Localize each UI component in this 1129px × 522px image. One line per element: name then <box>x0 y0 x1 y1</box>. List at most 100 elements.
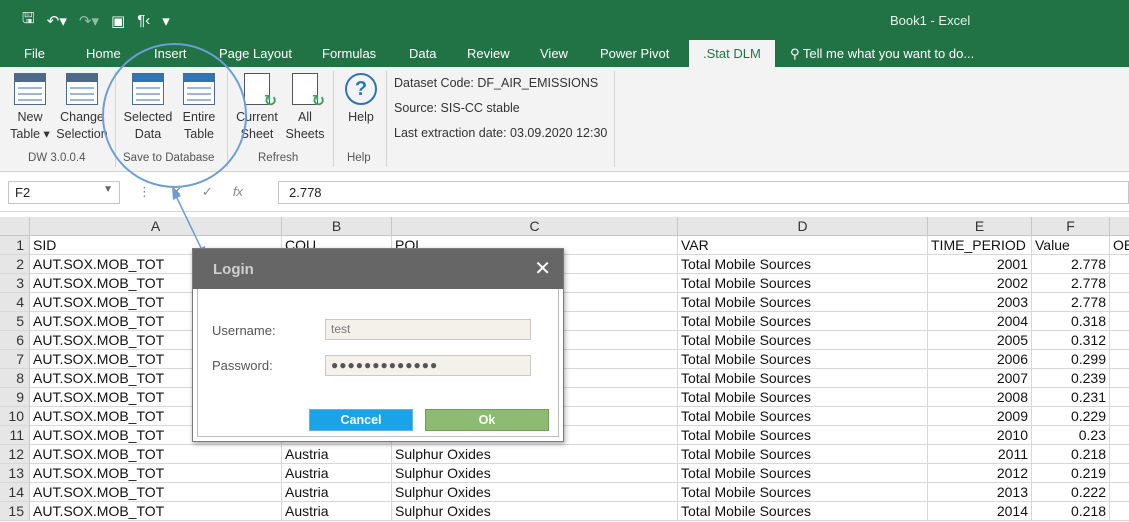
column-header-a[interactable]: A <box>30 217 282 236</box>
cell-time-period[interactable]: 2009 <box>928 407 1032 426</box>
cell-variable[interactable]: Total Mobile Sources <box>678 407 928 426</box>
cell-ob[interactable] <box>1110 293 1129 312</box>
cell-ob[interactable] <box>1110 426 1129 445</box>
function-icon[interactable]: fx <box>233 184 243 200</box>
cell-ob[interactable] <box>1110 331 1129 350</box>
cell-time-period[interactable]: 2011 <box>928 445 1032 464</box>
cell-ob[interactable] <box>1110 445 1129 464</box>
selected-data-button[interactable]: Selected Data <box>121 73 175 143</box>
cell-variable[interactable]: Total Mobile Sources <box>678 312 928 331</box>
cell-value[interactable]: 0.231 <box>1032 388 1110 407</box>
cell-value[interactable]: 0.23 <box>1032 426 1110 445</box>
cell-ob[interactable] <box>1110 464 1129 483</box>
formula-input[interactable]: 2.778 <box>278 181 1129 204</box>
name-box[interactable]: F2 ▼ <box>8 181 120 204</box>
cell-variable[interactable]: Total Mobile Sources <box>678 483 928 502</box>
column-header-f[interactable]: F <box>1032 217 1110 236</box>
cell-pollutant[interactable]: Sulphur Oxides <box>392 445 678 464</box>
undo-icon[interactable]: ↶▾ <box>47 12 67 30</box>
cell-ob[interactable] <box>1110 350 1129 369</box>
row-number[interactable]: 2 <box>0 255 30 274</box>
tab-insert[interactable]: Insert <box>154 46 187 61</box>
tell-me-search[interactable]: ⚲ Tell me what you want to do... <box>790 46 974 62</box>
cell-variable[interactable]: Total Mobile Sources <box>678 388 928 407</box>
cell-value-header[interactable]: Value <box>1032 236 1110 255</box>
column-header-c[interactable]: C <box>392 217 678 236</box>
cell-variable[interactable]: Total Mobile Sources <box>678 445 928 464</box>
all-sheets-button[interactable]: All Sheets <box>284 73 326 143</box>
tab-view[interactable]: View <box>540 46 568 61</box>
cell-country[interactable]: Austria <box>282 483 392 502</box>
cancel-button[interactable]: Cancel <box>309 409 413 431</box>
cell-variable[interactable]: Total Mobile Sources <box>678 331 928 350</box>
cell-value[interactable]: 2.778 <box>1032 274 1110 293</box>
check-icon[interactable]: ✓ <box>202 184 213 200</box>
cell-value[interactable]: 0.318 <box>1032 312 1110 331</box>
tab-home[interactable]: Home <box>86 46 121 61</box>
cell-time-period[interactable]: 2008 <box>928 388 1032 407</box>
column-header-e[interactable]: E <box>928 217 1032 236</box>
row-number[interactable]: 15 <box>0 502 30 521</box>
cell-sid[interactable]: AUT.SOX.MOB_TOT <box>30 483 282 502</box>
row-number[interactable]: 1 <box>0 236 30 255</box>
cell-sid[interactable]: AUT.SOX.MOB_TOT <box>30 445 282 464</box>
row-number[interactable]: 10 <box>0 407 30 426</box>
row-number[interactable]: 3 <box>0 274 30 293</box>
cell-ob[interactable] <box>1110 312 1129 331</box>
cell-ob-header[interactable]: OB <box>1110 236 1129 255</box>
cell-variable[interactable]: Total Mobile Sources <box>678 255 928 274</box>
row-number[interactable]: 4 <box>0 293 30 312</box>
cell-value[interactable]: 0.299 <box>1032 350 1110 369</box>
cell-variable[interactable]: Total Mobile Sources <box>678 274 928 293</box>
cell-time-period[interactable]: 2014 <box>928 502 1032 521</box>
cell-pollutant[interactable]: Sulphur Oxides <box>392 464 678 483</box>
row-number[interactable]: 12 <box>0 445 30 464</box>
tab-power-pivot[interactable]: Power Pivot <box>600 46 669 61</box>
cell-country[interactable]: Austria <box>282 464 392 483</box>
view-icon[interactable]: ▣ <box>111 12 125 30</box>
cell-ob[interactable] <box>1110 369 1129 388</box>
cell-value[interactable]: 0.312 <box>1032 331 1110 350</box>
cell-value[interactable]: 0.218 <box>1032 502 1110 521</box>
cell-ob[interactable] <box>1110 255 1129 274</box>
cell-sid[interactable]: AUT.SOX.MOB_TOT <box>30 502 282 521</box>
row-number[interactable]: 14 <box>0 483 30 502</box>
cell-variable[interactable]: Total Mobile Sources <box>678 502 928 521</box>
tab-review[interactable]: Review <box>467 46 510 61</box>
row-number[interactable]: 5 <box>0 312 30 331</box>
cell-variable[interactable]: Total Mobile Sources <box>678 426 928 445</box>
paragraph-icon[interactable]: ¶‹ <box>137 12 150 29</box>
row-number[interactable]: 13 <box>0 464 30 483</box>
new-table-button[interactable]: New Table ▾ <box>8 73 52 143</box>
cell-value[interactable]: 2.778 <box>1032 255 1110 274</box>
cell-time-period[interactable]: 2012 <box>928 464 1032 483</box>
cell-time-period[interactable]: 2002 <box>928 274 1032 293</box>
cell-variable[interactable]: Total Mobile Sources <box>678 464 928 483</box>
cell-value[interactable]: 0.222 <box>1032 483 1110 502</box>
select-all-corner[interactable] <box>0 217 30 236</box>
close-icon[interactable]: ✕ <box>534 256 551 281</box>
cell-value[interactable]: 0.219 <box>1032 464 1110 483</box>
cell-ob[interactable] <box>1110 388 1129 407</box>
row-number[interactable]: 11 <box>0 426 30 445</box>
redo-icon[interactable]: ↷▾ <box>79 12 99 30</box>
cell-variable[interactable]: Total Mobile Sources <box>678 369 928 388</box>
cell-sid[interactable]: AUT.SOX.MOB_TOT <box>30 464 282 483</box>
cell-pollutant[interactable]: Sulphur Oxides <box>392 483 678 502</box>
change-selection-button[interactable]: Change Selection <box>54 73 110 143</box>
cell-time-header[interactable]: TIME_PERIOD <box>928 236 1032 255</box>
cell-time-period[interactable]: 2013 <box>928 483 1032 502</box>
cell-variable[interactable]: Total Mobile Sources <box>678 350 928 369</box>
row-number[interactable]: 6 <box>0 331 30 350</box>
entire-table-button[interactable]: Entire Table <box>178 73 220 143</box>
row-number[interactable]: 8 <box>0 369 30 388</box>
cell-time-period[interactable]: 2001 <box>928 255 1032 274</box>
help-button[interactable]: ? Help <box>340 73 382 126</box>
tab-formulas[interactable]: Formulas <box>322 46 376 61</box>
row-number[interactable]: 9 <box>0 388 30 407</box>
cell-time-period[interactable]: 2004 <box>928 312 1032 331</box>
cell-value[interactable]: 0.218 <box>1032 445 1110 464</box>
cell-ob[interactable] <box>1110 274 1129 293</box>
cell-variable[interactable]: Total Mobile Sources <box>678 293 928 312</box>
password-field[interactable]: ●●●●●●●●●●●●● <box>325 355 531 376</box>
